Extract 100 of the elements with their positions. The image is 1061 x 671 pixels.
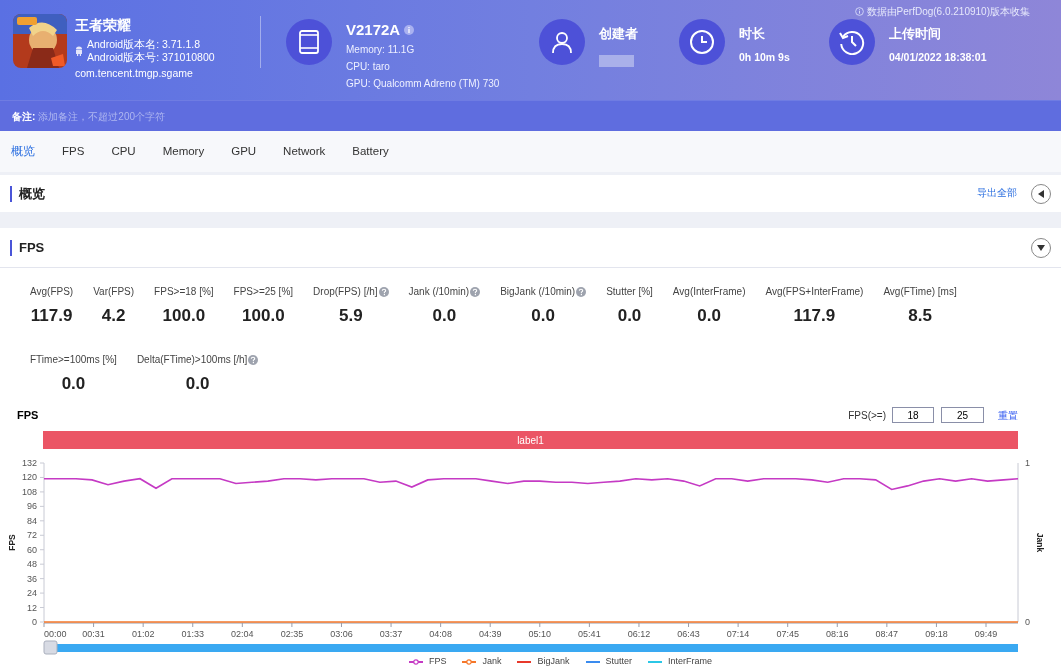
metric-label: FPS>=18 [%] xyxy=(154,285,214,299)
metric-label: FTime>=100ms [%] xyxy=(30,353,117,367)
note-field[interactable]: 添加备注，不超过200个字符 xyxy=(38,108,339,124)
metric-value: 0.0 xyxy=(432,306,457,326)
clock-icon xyxy=(689,29,715,55)
history-icon xyxy=(839,29,865,55)
legend-label[interactable]: Jank xyxy=(482,655,502,669)
slider-handle[interactable] xyxy=(43,640,58,655)
y-tick-label: 132 xyxy=(21,458,37,468)
zoom-slider[interactable] xyxy=(57,644,1018,652)
y-tick-label: 48 xyxy=(27,559,37,570)
note-label: 备注: xyxy=(12,109,36,124)
chart-title: FPS xyxy=(17,407,39,423)
y-tick-label: 96 xyxy=(27,501,37,512)
y-tick-label: 120 xyxy=(21,472,37,483)
redacted-value xyxy=(599,55,634,67)
y2-tick-label: 0 xyxy=(1025,617,1030,627)
metric-label: Drop(FPS) [/h] xyxy=(313,285,378,299)
x-tick-label: 06:43 xyxy=(677,629,700,639)
metric-value: 5.9 xyxy=(339,306,363,326)
help-icon[interactable] xyxy=(470,286,481,297)
threshold-field[interactable]: 25 xyxy=(941,407,984,423)
section-title: 概览 xyxy=(19,184,45,203)
tab[interactable]: 概览 xyxy=(11,142,35,161)
version-name: Android版本名: 3.71.1.8 xyxy=(87,38,201,51)
device-memory: Memory: 11.1G xyxy=(346,43,416,57)
x-tick-label: 05:41 xyxy=(578,629,601,639)
metric-label: FPS>=25 [%] xyxy=(233,285,294,299)
label-band: label1 xyxy=(43,431,1018,449)
threshold-field[interactable]: 18 xyxy=(892,407,934,423)
metric-value: 0.0 xyxy=(185,374,210,394)
y-tick-label: 84 xyxy=(27,515,37,526)
device-gpu: GPU: Qualcomm Adreno (TM) 730 xyxy=(346,77,500,91)
legend-label[interactable]: FPS xyxy=(428,655,447,669)
duration-label: 时长 xyxy=(739,26,766,42)
metric-value: 0.0 xyxy=(617,306,642,326)
upload-label: 上传时间 xyxy=(889,26,942,42)
tab[interactable]: Network xyxy=(283,142,326,161)
tab[interactable]: Battery xyxy=(352,142,389,161)
legend-label[interactable]: BigJank xyxy=(537,655,570,669)
tab[interactable]: GPU xyxy=(231,142,257,161)
metric-value: 100.0 xyxy=(162,306,206,326)
device-cpu: CPU: taro xyxy=(346,60,391,74)
source-note: 数据由PerfDog(6.0.210910)版本收集 xyxy=(866,5,1030,19)
metric-value: 100.0 xyxy=(242,306,285,326)
version-code: Android版本号: 371010800 xyxy=(87,51,215,64)
x-tick-label: 04:39 xyxy=(478,629,502,639)
duration-value: 0h 10m 9s xyxy=(739,50,790,65)
x-tick-label: 07:14 xyxy=(726,629,750,639)
y-tick-label: 108 xyxy=(21,486,37,497)
help-icon[interactable] xyxy=(248,354,259,365)
x-tick-label: 04:08 xyxy=(429,629,452,639)
metric-label: Var(FPS) xyxy=(93,285,135,299)
caret-icon xyxy=(1037,244,1045,251)
package-name: com.tencent.tmgp.sgame xyxy=(75,66,194,81)
app-name: 王者荣耀 xyxy=(75,16,132,34)
tab[interactable]: Memory xyxy=(162,142,205,161)
y-tick-label: 36 xyxy=(27,573,37,584)
y-tick-label: 72 xyxy=(27,530,37,541)
metric-value: 0.0 xyxy=(531,306,555,326)
help-icon[interactable] xyxy=(378,286,389,297)
legend-label[interactable]: Stutter xyxy=(605,655,633,669)
y-axis-title: FPS xyxy=(7,534,17,551)
y-tick-label: 60 xyxy=(27,544,37,555)
tab[interactable]: FPS xyxy=(62,142,85,161)
metric-value: 0.0 xyxy=(697,306,721,326)
user-icon xyxy=(550,30,574,54)
metric-label: Avg(FTime) [ms] xyxy=(883,285,957,299)
metric-value: 117.9 xyxy=(793,306,836,326)
info-icon[interactable] xyxy=(404,25,415,35)
help-icon[interactable] xyxy=(576,286,587,297)
metric-label: Stutter [%] xyxy=(606,285,653,299)
tab[interactable]: CPU xyxy=(111,142,136,161)
legend-label[interactable]: InterFrame xyxy=(668,655,713,669)
device-model: V2172A xyxy=(346,21,401,39)
section-title: FPS xyxy=(19,238,45,257)
y-tick-label: 0 xyxy=(32,617,37,627)
threshold-label: FPS(>=) xyxy=(848,408,886,423)
export-link[interactable]: 导出全部 xyxy=(977,186,1017,201)
metric-value: 0.0 xyxy=(61,374,86,394)
x-tick-label: 08:16 xyxy=(826,629,849,639)
x-tick-label: 00:31 xyxy=(82,629,105,639)
x-tick-label: 02:04 xyxy=(231,629,254,639)
x-tick-label: 05:10 xyxy=(528,629,552,639)
y2-tick-label: 1 xyxy=(1025,458,1030,468)
reset-link[interactable]: 重置 xyxy=(998,407,1018,423)
metric-label: Avg(FPS+InterFrame) xyxy=(765,285,864,299)
x-tick-label: 03:06 xyxy=(330,629,353,639)
metric-label: Jank (/10min) xyxy=(408,285,470,299)
x-tick-label: 09:49 xyxy=(974,629,998,639)
android-icon xyxy=(75,46,83,56)
metric-label: Delta(FTime)>100ms [/h] xyxy=(136,353,248,367)
x-tick-label: 03:37 xyxy=(379,629,403,639)
caret-icon xyxy=(1038,189,1044,198)
y-tick-label: 24 xyxy=(27,588,37,599)
y2-axis-title: Jank xyxy=(1035,532,1045,553)
y-tick-label: 12 xyxy=(27,602,37,613)
x-tick-label: 08:47 xyxy=(875,629,899,639)
x-tick-label: 01:33 xyxy=(181,629,204,639)
creator-label: 创建者 xyxy=(599,26,638,42)
